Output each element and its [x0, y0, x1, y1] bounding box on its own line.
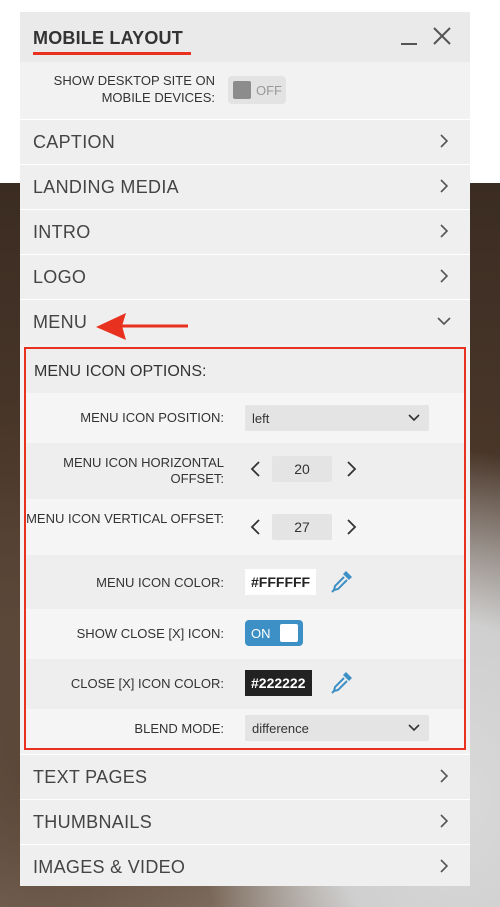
chevron-right-icon — [440, 814, 449, 828]
select-value: left — [252, 411, 270, 426]
section-label: IMAGES & VIDEO — [33, 857, 186, 877]
section-logo[interactable]: LOGO — [20, 254, 470, 299]
section-label: TEXT PAGES — [33, 767, 148, 787]
section-caption[interactable]: CAPTION — [20, 119, 470, 164]
menu-icon-v-offset-label: MENU ICON VERTICAL OFFSET: — [26, 511, 224, 526]
annotation-arrow-icon — [96, 313, 188, 340]
section-label: CAPTION — [33, 132, 116, 152]
decrement-arrow-icon[interactable] — [249, 461, 263, 477]
chevron-right-icon — [440, 134, 449, 148]
chevron-right-icon — [440, 269, 449, 283]
menu-icon-color-label: MENU ICON COLOR: — [96, 575, 224, 590]
toggle-knob — [233, 81, 251, 99]
close-icon-color-label: CLOSE [X] ICON COLOR: — [70, 676, 224, 691]
menu-icon-h-offset-label: MENU ICON HORIZONTAL OFFSET: — [63, 455, 224, 486]
show-desktop-row: SHOW DESKTOP SITE ON MOBILE DEVICES: OFF — [20, 62, 470, 119]
menu-icon-color-swatch[interactable]: #FFFFFF — [245, 569, 317, 595]
section-label: MENU — [33, 312, 88, 332]
chevron-right-icon — [440, 224, 449, 238]
close-icon-color-row: CLOSE [X] ICON COLOR: #222222 — [26, 659, 464, 709]
show-close-label: SHOW CLOSE [X] ICON: — [76, 626, 224, 641]
menu-icon-position-select[interactable]: left — [245, 405, 429, 431]
mobile-layout-panel: MOBILE LAYOUT SHOW DESKTOP SITE ON MOBIL… — [20, 12, 470, 886]
blend-mode-label: BLEND MODE: — [134, 721, 224, 736]
section-landing-media[interactable]: LANDING MEDIA — [20, 164, 470, 209]
section-label: THUMBNAILS — [33, 812, 153, 832]
show-close-toggle[interactable]: ON — [245, 620, 303, 646]
section-intro[interactable]: INTRO — [20, 209, 470, 254]
increment-arrow-icon[interactable] — [344, 461, 358, 477]
menu-icon-position-row: MENU ICON POSITION: left — [26, 393, 464, 443]
options-title: MENU ICON OPTIONS: — [34, 363, 207, 380]
section-thumbnails[interactable]: THUMBNAILS — [20, 799, 470, 844]
panel-title: MOBILE LAYOUT — [33, 28, 183, 48]
toggle-state: ON — [251, 626, 271, 641]
h-offset-value[interactable]: 20 — [272, 456, 332, 482]
menu-icon-v-offset-row: MENU ICON VERTICAL OFFSET: 27 — [26, 499, 464, 555]
close-icon-color-swatch[interactable]: #222222 — [245, 670, 312, 696]
menu-icon-position-label: MENU ICON POSITION: — [80, 410, 224, 425]
chevron-right-icon — [440, 179, 449, 193]
increment-arrow-icon[interactable] — [344, 519, 358, 535]
section-images-video[interactable]: IMAGES & VIDEO — [20, 844, 470, 886]
section-text-pages[interactable]: TEXT PAGES — [20, 754, 470, 799]
chevron-down-icon — [437, 317, 451, 326]
eyedropper-icon[interactable] — [329, 568, 355, 594]
decrement-arrow-icon[interactable] — [249, 519, 263, 535]
section-label: LOGO — [33, 267, 87, 287]
menu-icon-color-row: MENU ICON COLOR: #FFFFFF — [26, 555, 464, 609]
show-desktop-toggle[interactable]: OFF — [228, 76, 286, 104]
minimize-icon[interactable] — [398, 24, 422, 48]
menu-icon-h-offset-row: MENU ICON HORIZONTAL OFFSET: 20 — [26, 443, 464, 499]
panel-header: MOBILE LAYOUT — [20, 12, 470, 62]
chevron-down-icon — [408, 414, 420, 422]
section-label: LANDING MEDIA — [33, 177, 179, 197]
menu-icon-options: MENU ICON OPTIONS: MENU ICON POSITION: l… — [24, 347, 466, 750]
show-desktop-label: SHOW DESKTOP SITE ON MOBILE DEVICES: — [53, 73, 215, 105]
section-label: INTRO — [33, 222, 91, 242]
close-icon[interactable] — [430, 24, 454, 48]
title-underline — [33, 52, 191, 55]
toggle-state: OFF — [256, 83, 282, 98]
blend-mode-row: BLEND MODE: difference — [26, 709, 464, 748]
blend-mode-select[interactable]: difference — [245, 715, 429, 741]
v-offset-value[interactable]: 27 — [272, 514, 332, 540]
section-menu[interactable]: MENU — [20, 299, 470, 344]
chevron-right-icon — [440, 769, 449, 783]
toggle-knob — [280, 624, 298, 642]
show-close-row: SHOW CLOSE [X] ICON: ON — [26, 609, 464, 659]
select-value: difference — [252, 721, 309, 736]
options-header: MENU ICON OPTIONS: — [26, 349, 464, 393]
chevron-down-icon — [408, 724, 420, 732]
eyedropper-icon[interactable] — [329, 669, 355, 695]
chevron-right-icon — [440, 859, 449, 873]
